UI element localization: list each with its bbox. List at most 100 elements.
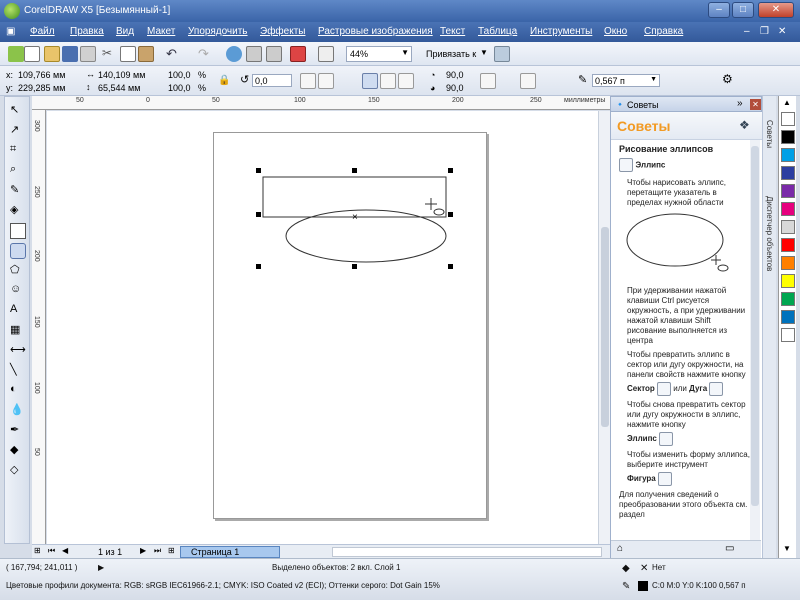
redo-icon[interactable]: ↷ xyxy=(198,46,214,62)
last-page-icon[interactable]: ⏭ xyxy=(154,546,161,556)
vertical-scrollbar[interactable] xyxy=(598,111,610,544)
menu-restore-icon[interactable]: ❐ xyxy=(760,26,769,37)
table-tool-icon[interactable]: ▦ xyxy=(10,323,26,339)
rotation-field[interactable]: 0,0 xyxy=(252,74,292,87)
previous-page-icon[interactable]: ◀ xyxy=(62,546,68,555)
selected-objects[interactable]: × xyxy=(47,111,600,544)
color-swatch[interactable] xyxy=(781,256,795,270)
color-swatch[interactable] xyxy=(781,238,795,252)
menu-help[interactable]: Справка xyxy=(644,26,683,37)
close-button[interactable]: ✕ xyxy=(758,2,794,18)
freehand-tool-icon[interactable]: ✎ xyxy=(10,183,26,199)
rectangle-tool-icon[interactable] xyxy=(10,223,26,239)
palette-up-icon[interactable]: ▲ xyxy=(783,98,791,107)
page-options-icon[interactable]: ⊞ xyxy=(34,546,41,555)
home-icon[interactable]: ⌂ xyxy=(617,543,623,554)
direction-toggle-icon[interactable] xyxy=(480,73,496,89)
menu-close-icon[interactable]: ✕ xyxy=(778,26,786,37)
horizontal-scrollbar[interactable] xyxy=(332,547,602,557)
color-swatch[interactable] xyxy=(781,220,795,234)
new-document-icon[interactable] xyxy=(24,46,40,62)
application-launcher-icon[interactable] xyxy=(290,46,306,62)
mirror-vertical-icon[interactable] xyxy=(318,73,334,89)
menu-tools[interactable]: Инструменты xyxy=(530,26,592,37)
status-arrow-icon[interactable]: ▶ xyxy=(98,563,104,572)
object-width[interactable]: 140,109 мм xyxy=(98,70,145,80)
dimension-tool-icon[interactable]: ⟷ xyxy=(10,343,26,359)
position-x[interactable]: 109,766 мм xyxy=(18,70,65,80)
palette-down-icon[interactable]: ▼ xyxy=(783,544,791,553)
outline-tool-icon[interactable]: ✒ xyxy=(10,423,26,439)
scale-y[interactable]: 100,0 xyxy=(168,83,191,93)
menu-view[interactable]: Вид xyxy=(116,26,134,37)
docker-option-icon[interactable]: ▭ xyxy=(725,543,734,554)
welcome-screen-icon[interactable] xyxy=(318,46,334,62)
options-icon[interactable] xyxy=(494,46,510,62)
end-angle[interactable]: 90,0 xyxy=(446,83,464,93)
wrap-text-icon[interactable] xyxy=(520,73,536,89)
docker-close-icon[interactable]: ✕ xyxy=(750,99,761,110)
basic-shapes-icon[interactable]: ☺ xyxy=(10,283,26,299)
minimize-button[interactable]: – xyxy=(708,2,730,18)
pie-mode-icon[interactable] xyxy=(380,73,396,89)
docker-scroll-thumb[interactable] xyxy=(751,146,759,506)
position-y[interactable]: 229,285 мм xyxy=(18,83,65,93)
ellipse-tool-icon[interactable] xyxy=(10,243,26,259)
smart-fill-icon[interactable]: ◈ xyxy=(10,203,26,219)
color-swatch[interactable] xyxy=(781,202,795,216)
import-icon[interactable] xyxy=(246,46,262,62)
color-profiles[interactable]: Цветовые профили документа: RGB: sRGB IE… xyxy=(6,581,440,590)
zoom-tool-icon[interactable]: ⌕ xyxy=(10,163,26,179)
print-icon[interactable] xyxy=(80,46,96,62)
maximize-button[interactable]: □ xyxy=(732,2,754,18)
color-swatch[interactable] xyxy=(781,184,795,198)
ellipse-mode-icon[interactable] xyxy=(362,73,378,89)
shape-tool-icon[interactable]: ↗ xyxy=(10,123,26,139)
color-swatch[interactable] xyxy=(781,112,795,126)
arc-mode-icon[interactable] xyxy=(398,73,414,89)
color-swatch[interactable] xyxy=(781,166,795,180)
color-swatch[interactable] xyxy=(781,130,795,144)
menu-layout[interactable]: Макет xyxy=(147,26,175,37)
snap-to-button[interactable]: Привязать к xyxy=(426,49,476,59)
menu-minimize-icon[interactable]: – xyxy=(744,26,750,37)
lock-ratio-icon[interactable]: 🔒 xyxy=(218,75,230,86)
tips-book-icon[interactable]: ❖ xyxy=(739,118,750,132)
blend-tool-icon[interactable]: ◐ xyxy=(10,383,26,399)
side-tab-tips[interactable]: Советы xyxy=(765,120,774,148)
add-page-icon[interactable]: ⊞ xyxy=(168,546,175,555)
convert-to-curves-icon[interactable]: ⚙ xyxy=(722,72,733,86)
undo-icon[interactable]: ↶ xyxy=(166,46,182,62)
save-icon[interactable] xyxy=(62,46,78,62)
start-angle[interactable]: 90,0 xyxy=(446,70,464,80)
search-content-icon[interactable] xyxy=(226,46,242,62)
menu-app-icon[interactable]: ▣ xyxy=(6,26,15,37)
menu-text[interactable]: Текст xyxy=(440,26,465,37)
color-swatch[interactable] xyxy=(781,328,795,342)
scale-x[interactable]: 100,0 xyxy=(168,70,191,80)
paste-icon[interactable] xyxy=(138,46,154,62)
snap-chevron-icon[interactable]: ▼ xyxy=(480,48,488,57)
menu-window[interactable]: Окно xyxy=(604,26,627,37)
color-swatch[interactable] xyxy=(781,310,795,324)
next-page-icon[interactable]: ▶ xyxy=(140,546,146,555)
cut-icon[interactable]: ✂ xyxy=(102,46,118,62)
mirror-horizontal-icon[interactable] xyxy=(300,73,316,89)
color-swatch[interactable] xyxy=(781,292,795,306)
color-swatch[interactable] xyxy=(781,274,795,288)
eyedropper-tool-icon[interactable]: 💧 xyxy=(10,403,26,419)
fill-tool-icon[interactable]: ◆ xyxy=(10,443,26,459)
menu-edit[interactable]: Правка xyxy=(70,26,104,37)
text-tool-icon[interactable]: A xyxy=(10,303,26,319)
export-icon[interactable] xyxy=(266,46,282,62)
open-icon[interactable] xyxy=(44,46,60,62)
copy-icon[interactable] xyxy=(120,46,136,62)
menu-table[interactable]: Таблица xyxy=(478,26,517,37)
menu-arrange[interactable]: Упорядочить xyxy=(188,26,248,37)
interactive-fill-icon[interactable]: ◇ xyxy=(10,463,26,479)
vertical-ruler[interactable]: 300 250 200 150 100 50 xyxy=(32,110,46,544)
zoom-combo[interactable]: 44% ▼ xyxy=(346,46,412,62)
crop-tool-icon[interactable]: ⌗ xyxy=(10,143,26,159)
page-tab[interactable]: Страница 1 xyxy=(180,546,280,558)
menu-file[interactable]: Файл xyxy=(30,26,55,37)
